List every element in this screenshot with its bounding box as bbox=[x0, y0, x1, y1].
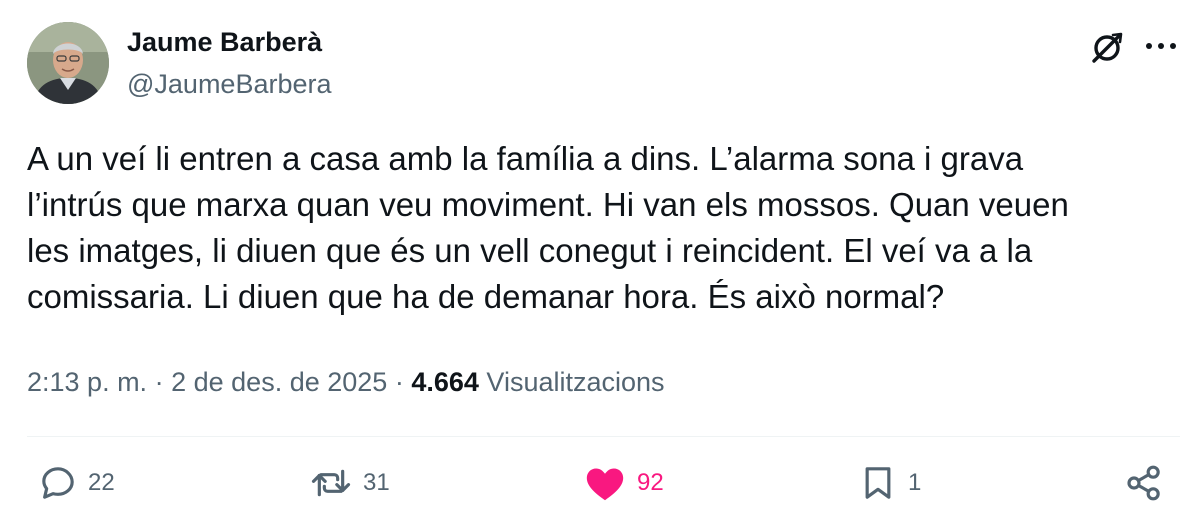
views-label[interactable]: Visualitzacions bbox=[486, 367, 664, 397]
meta-separator: · bbox=[154, 367, 164, 397]
bookmark-icon bbox=[858, 463, 898, 503]
retweet-button[interactable]: 31 bbox=[309, 458, 390, 508]
tweet-text-line: A un veí li entren a casa amb la família… bbox=[27, 140, 1024, 177]
tweet-text-line: l’intrús que marxa quan veu moviment. Hi… bbox=[27, 186, 1069, 223]
author-handle[interactable]: @JaumeBarbera bbox=[127, 66, 332, 102]
avatar[interactable] bbox=[27, 22, 109, 104]
meta-separator: · bbox=[394, 367, 404, 397]
like-button[interactable]: 92 bbox=[583, 458, 664, 508]
bookmark-button[interactable]: 1 bbox=[858, 458, 921, 508]
author-name[interactable]: Jaume Barberà bbox=[127, 24, 322, 60]
bookmark-count: 1 bbox=[908, 469, 922, 496]
retweet-icon bbox=[309, 463, 353, 503]
share-icon bbox=[1124, 463, 1164, 503]
reply-count: 22 bbox=[88, 469, 115, 496]
more-icon[interactable] bbox=[1141, 34, 1181, 58]
reply-button[interactable]: 22 bbox=[38, 458, 115, 508]
tweet-text-line: comissaria. Li diuen que ha de demanar h… bbox=[27, 278, 945, 315]
tweet-time[interactable]: 2:13 p. m. bbox=[27, 367, 147, 397]
reply-icon bbox=[38, 463, 78, 503]
retweet-count: 31 bbox=[363, 469, 390, 496]
heart-icon bbox=[583, 463, 627, 503]
tweet-meta: 2:13 p. m. · 2 de des. de 2025 · 4.664 V… bbox=[27, 364, 665, 400]
views-count[interactable]: 4.664 bbox=[411, 367, 479, 397]
tweet-text-line: les imatges, li diuen que és un vell con… bbox=[27, 232, 1033, 269]
grok-icon[interactable] bbox=[1088, 28, 1126, 66]
tweet-text: A un veí li entren a casa amb la família… bbox=[27, 136, 1177, 320]
tweet-date[interactable]: 2 de des. de 2025 bbox=[171, 367, 387, 397]
like-count: 92 bbox=[637, 469, 664, 496]
share-button[interactable] bbox=[1124, 458, 1164, 508]
divider bbox=[27, 436, 1180, 437]
